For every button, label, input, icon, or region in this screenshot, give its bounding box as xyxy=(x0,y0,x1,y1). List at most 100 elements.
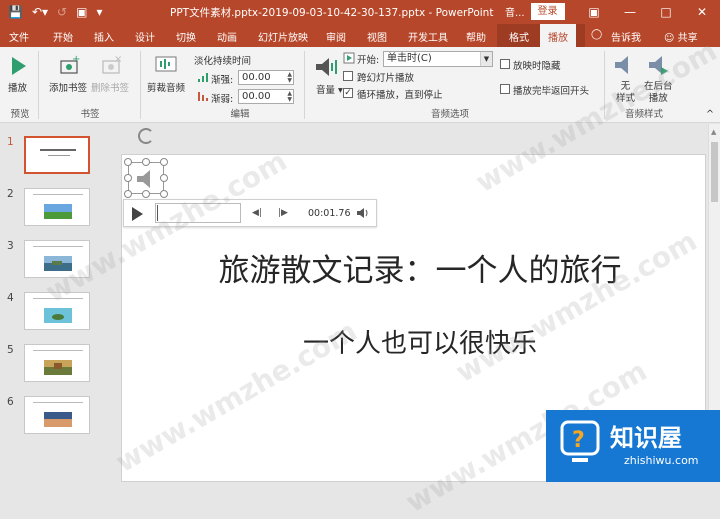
forward-icon[interactable]: |▶ xyxy=(278,208,288,218)
rewind-after-playing-label: 播放完毕返回开头 xyxy=(513,86,590,97)
redo-icon[interactable]: ↺ xyxy=(57,4,67,20)
resize-handle-icon[interactable] xyxy=(124,190,132,198)
person-icon: ☺ xyxy=(664,33,675,44)
svg-text:×: × xyxy=(114,55,122,65)
tell-me-search[interactable]: 告诉我 xyxy=(611,29,641,44)
fade-out-input[interactable]: 00.00 ▲ ▼ xyxy=(238,89,294,104)
fade-duration-label: 淡化持续时间 xyxy=(194,56,252,67)
tab-view[interactable]: 视图 xyxy=(367,29,387,44)
spinner-arrows-icon[interactable]: ▲ ▼ xyxy=(287,91,292,103)
trim-audio-icon[interactable] xyxy=(154,53,178,77)
volume-icon[interactable] xyxy=(356,207,370,219)
scroll-up-icon[interactable]: ▲ xyxy=(711,128,716,136)
login-button[interactable]: 登录 xyxy=(530,3,565,20)
maximize-icon[interactable]: □ xyxy=(648,0,684,24)
trim-audio-button[interactable]: 剪裁音频 xyxy=(147,80,185,94)
preview-group-label: 预览 xyxy=(10,109,30,120)
svg-text:+: + xyxy=(72,55,80,65)
slide-number: 1 xyxy=(7,136,14,148)
resize-handle-icon[interactable] xyxy=(142,158,150,166)
slide-thumbnail-2[interactable] xyxy=(24,188,90,226)
resize-handle-icon[interactable] xyxy=(142,190,150,198)
volume-icon[interactable] xyxy=(313,55,339,79)
tab-file[interactable]: 文件 xyxy=(9,29,29,44)
site-logo: ? 知识屋 zhishiwu.com xyxy=(546,410,720,482)
play-icon[interactable] xyxy=(132,207,143,221)
play-across-slides-label: 跨幻灯片播放 xyxy=(357,73,415,84)
start-select-value: 单击时(C) xyxy=(387,53,432,64)
minimize-icon[interactable]: — xyxy=(612,0,648,24)
undo-icon[interactable]: ↶▾ xyxy=(32,4,48,20)
slide-thumbnail-1[interactable] xyxy=(24,136,90,174)
collapse-ribbon-icon[interactable]: ^ xyxy=(706,109,714,120)
play-across-slides-checkbox[interactable] xyxy=(343,71,353,81)
lightbulb-icon[interactable]: ◯ xyxy=(591,29,602,40)
playback-time: 00:01.76 xyxy=(308,208,351,219)
no-style-icon[interactable] xyxy=(612,53,636,77)
fade-out-icon xyxy=(198,92,208,101)
slide-number: 5 xyxy=(7,344,14,356)
slide-thumbnail-5[interactable] xyxy=(24,344,90,382)
save-icon[interactable]: 💾 xyxy=(8,4,23,20)
tab-format[interactable]: 格式 xyxy=(509,29,529,44)
slide-number: 6 xyxy=(7,396,14,408)
resize-handle-icon[interactable] xyxy=(124,158,132,166)
volume-button[interactable]: 音量 ▾ xyxy=(316,82,343,96)
spinner-arrows-icon[interactable]: ▲ ▼ xyxy=(287,72,292,84)
tab-help[interactable]: 帮助 xyxy=(466,29,486,44)
quick-access-toolbar: 💾 ↶▾ ↺ ▣ ▾ xyxy=(8,4,102,20)
slide-thumbnail-6[interactable] xyxy=(24,396,90,434)
document-title: PPT文件素材.pptx-2019-09-03-10-42-30-137.ppt… xyxy=(170,7,494,19)
start-icon xyxy=(343,52,355,64)
loop-label: 循环播放，直到停止 xyxy=(357,90,443,101)
scroll-thumb[interactable] xyxy=(711,142,718,202)
tab-transitions[interactable]: 切换 xyxy=(176,29,196,44)
resize-handle-icon[interactable] xyxy=(124,174,132,182)
start-select[interactable]: 单击时(C) ▼ xyxy=(383,51,493,67)
tab-review[interactable]: 审阅 xyxy=(326,29,346,44)
rewind-icon[interactable]: ◀| xyxy=(252,208,262,218)
tab-playback[interactable]: 播放 xyxy=(540,24,576,47)
tab-home[interactable]: 开始 xyxy=(53,29,73,44)
tab-insert[interactable]: 插入 xyxy=(94,29,114,44)
slide-number: 2 xyxy=(7,188,14,200)
fade-in-icon xyxy=(198,73,208,82)
present-icon[interactable]: ▣ xyxy=(76,4,87,20)
ribbon-display-icon[interactable]: ▣ xyxy=(576,0,612,24)
resize-handle-icon[interactable] xyxy=(160,174,168,182)
svg-text:?: ? xyxy=(572,428,585,453)
volume-label: 音量 xyxy=(316,85,336,96)
logo-text: 知识屋 xyxy=(610,424,682,452)
tab-design[interactable]: 设计 xyxy=(135,29,155,44)
rewind-after-playing-checkbox[interactable] xyxy=(500,84,510,94)
tab-developer[interactable]: 开发工具 xyxy=(408,29,448,44)
remove-bookmark-button[interactable]: 删除书签 xyxy=(91,80,129,94)
loop-checkbox[interactable]: ✓ xyxy=(343,88,353,98)
remove-bookmark-icon[interactable]: × xyxy=(100,55,122,77)
fade-out-value: 00.00 xyxy=(242,91,271,102)
preview-play-button[interactable]: 播放 xyxy=(8,80,27,94)
add-bookmark-button[interactable]: 添加书签 xyxy=(49,80,87,94)
bookmark-group-label: 书签 xyxy=(80,109,100,120)
editing-group-label: 编辑 xyxy=(230,109,250,120)
chevron-down-icon[interactable]: ▼ xyxy=(480,52,492,66)
start-label: 开始: xyxy=(357,55,380,66)
slide-title[interactable]: 旅游散文记录：一个人的旅行 xyxy=(200,245,640,290)
resize-handle-icon[interactable] xyxy=(160,190,168,198)
title-bar: 💾 ↶▾ ↺ ▣ ▾ PPT文件素材.pptx-2019-09-03-10-42… xyxy=(0,0,720,24)
rotate-handle-icon[interactable] xyxy=(138,128,154,144)
fade-in-input[interactable]: 00.00 ▲ ▼ xyxy=(238,70,294,85)
slide-number: 4 xyxy=(7,292,14,304)
logo-url: zhishiwu.com xyxy=(624,454,699,467)
tab-animations[interactable]: 动画 xyxy=(217,29,237,44)
add-bookmark-icon[interactable]: + xyxy=(58,55,80,77)
customize-qat-icon[interactable]: ▾ xyxy=(96,4,102,20)
play-icon[interactable] xyxy=(10,55,28,77)
close-icon[interactable]: ✕ xyxy=(684,0,720,24)
hide-during-show-label: 放映时隐藏 xyxy=(513,61,561,72)
question-bubble-icon: ? xyxy=(560,420,600,462)
slide-number: 3 xyxy=(7,240,14,252)
hide-during-show-checkbox[interactable] xyxy=(500,59,510,69)
resize-handle-icon[interactable] xyxy=(160,158,168,166)
tab-slideshow[interactable]: 幻灯片放映 xyxy=(258,29,308,44)
